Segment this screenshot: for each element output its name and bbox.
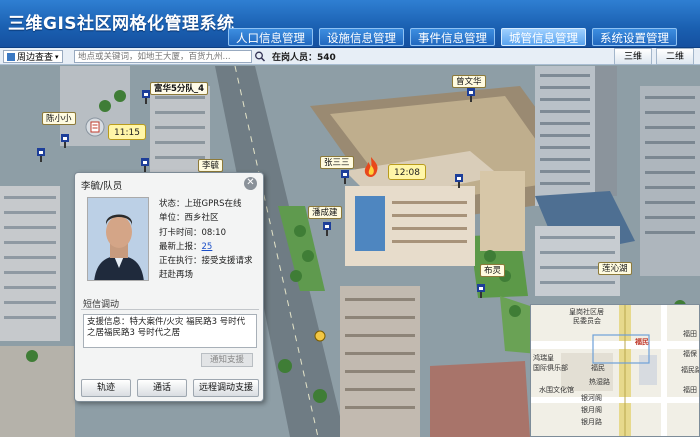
minimap-label: 银月路 xyxy=(581,418,602,426)
staff-label-6[interactable]: 布灵 xyxy=(480,264,506,277)
notify-support-button[interactable]: 通知支援 xyxy=(201,353,253,367)
latest-report-label: 最新上报： xyxy=(159,241,202,252)
staff-pin-icon[interactable] xyxy=(454,174,464,188)
staff-pin-icon[interactable] xyxy=(60,134,70,148)
minimap-label: 福田 xyxy=(683,330,697,338)
staff-pin-icon[interactable] xyxy=(476,284,486,298)
nearby-query-label: 周边查查 xyxy=(17,53,54,63)
minimap-label: 福民 xyxy=(591,364,605,372)
staff-pin-icon[interactable] xyxy=(140,158,150,172)
staff-info-list: 状态：上班GPRS在线 单位：西乡社区 打卡时间：08:10 最新上报：25 正… xyxy=(159,197,253,283)
place-label: 莲沁湖 xyxy=(598,262,632,275)
nearby-query-button[interactable]: 周边查查 ▾ xyxy=(3,50,63,63)
close-icon[interactable]: ✕ xyxy=(244,177,257,190)
event-marker-icon[interactable] xyxy=(314,330,326,342)
time-tag-1: 11:15 xyxy=(108,124,146,140)
popup-title: 李毓/队员 xyxy=(81,181,123,192)
map-toolbar: 周边查查 ▾ 在岗人员：540 xyxy=(0,48,700,65)
executing-text-2: 赶赴再场 xyxy=(159,270,194,281)
minimap-label: 民委员会 xyxy=(573,317,601,325)
staff-label-1[interactable]: 陈小小 xyxy=(42,112,76,125)
staff-pin-icon[interactable] xyxy=(322,222,332,236)
minimap-label: 福保 xyxy=(683,350,697,358)
staff-label-4[interactable]: 曾文华 xyxy=(452,75,486,88)
staff-label-3[interactable]: 张三三 xyxy=(320,156,354,169)
remote-dispatch-button[interactable]: 远程调动支援 xyxy=(193,379,259,397)
staff-pin-icon[interactable] xyxy=(36,148,46,162)
clock-in-text: 打卡时间：08:10 xyxy=(159,227,226,238)
search-icon[interactable] xyxy=(254,50,266,63)
overview-minimap[interactable]: 皇岗社区居 民委员会 福民 福田 福保 鸿瑞皇 国际俱乐部 福民 热湿路 福民路… xyxy=(530,304,700,437)
dispatch-message-field[interactable]: 支援信息：特大案件/火灾 福民路3 号时代之居福民路3 号时代之居 xyxy=(83,314,257,348)
tab-events[interactable]: 事件信息管理 xyxy=(410,28,495,46)
fire-icon[interactable] xyxy=(360,156,382,178)
minimap-label: 银河阁 xyxy=(581,394,602,402)
track-button[interactable]: 轨迹 xyxy=(81,379,131,397)
tab-population[interactable]: 人口信息管理 xyxy=(228,28,313,46)
online-staff-count: 在岗人员：540 xyxy=(272,53,336,63)
staff-info-popup: 李毓/队员 ✕ 状态：上班GPRS在线 单位：西乡社区 打卡时间：08:10 最… xyxy=(74,172,264,402)
divider xyxy=(81,309,259,310)
dropdown-arrow-icon: ▾ xyxy=(55,52,59,61)
minimap-label: 水围文化馆 xyxy=(539,386,574,394)
staff-portrait xyxy=(88,198,148,280)
staff-pin-icon[interactable] xyxy=(466,88,476,102)
unit-text: 单位：西乡社区 xyxy=(159,213,219,224)
minimap-label: 福民 xyxy=(635,338,649,346)
search-input[interactable] xyxy=(74,50,252,63)
minimap-label: 福田 xyxy=(683,386,697,394)
alert-icon[interactable] xyxy=(84,116,106,138)
unit-label[interactable]: 富华5分队_4 xyxy=(150,82,209,95)
tab-system-settings[interactable]: 系统设置管理 xyxy=(592,28,677,46)
tab-facilities[interactable]: 设施信息管理 xyxy=(319,28,404,46)
status-text: 状态：上班GPRS在线 xyxy=(159,199,242,209)
app-title: 三维GIS社区网格化管理系统 xyxy=(8,14,235,34)
minimap-label: 福民路 xyxy=(681,366,700,374)
call-button[interactable]: 通话 xyxy=(137,379,187,397)
latest-report-link[interactable]: 25 xyxy=(202,242,213,252)
minimap-label: 热湿路 xyxy=(589,378,610,386)
staff-pin-icon[interactable] xyxy=(141,90,151,104)
view-2d-button[interactable]: 二维 xyxy=(656,48,694,65)
time-tag-2: 12:08 xyxy=(388,164,426,180)
executing-text: 正在执行：接受支援请求 xyxy=(159,256,253,267)
minimap-label: 银月阁 xyxy=(581,406,602,414)
staff-label-5[interactable]: 潘成建 xyxy=(308,206,342,219)
app-header: 三维GIS社区网格化管理系统 人口信息管理 设施信息管理 事件信息管理 城管信息… xyxy=(0,0,700,48)
staff-photo xyxy=(87,197,149,281)
minimap-label: 国际俱乐部 xyxy=(533,364,568,372)
minimap-label: 鸿瑞皇 xyxy=(533,354,554,362)
view-3d-button[interactable]: 三维 xyxy=(614,48,652,65)
staff-label-2[interactable]: 李毓 xyxy=(198,159,224,172)
main-nav: 人口信息管理 设施信息管理 事件信息管理 城管信息管理 系统设置管理 xyxy=(228,28,677,46)
latest-report-row: 最新上报：25 xyxy=(159,240,253,254)
grid-icon xyxy=(7,52,15,61)
tab-city-management[interactable]: 城管信息管理 xyxy=(501,28,586,46)
staff-pin-icon[interactable] xyxy=(340,170,350,184)
